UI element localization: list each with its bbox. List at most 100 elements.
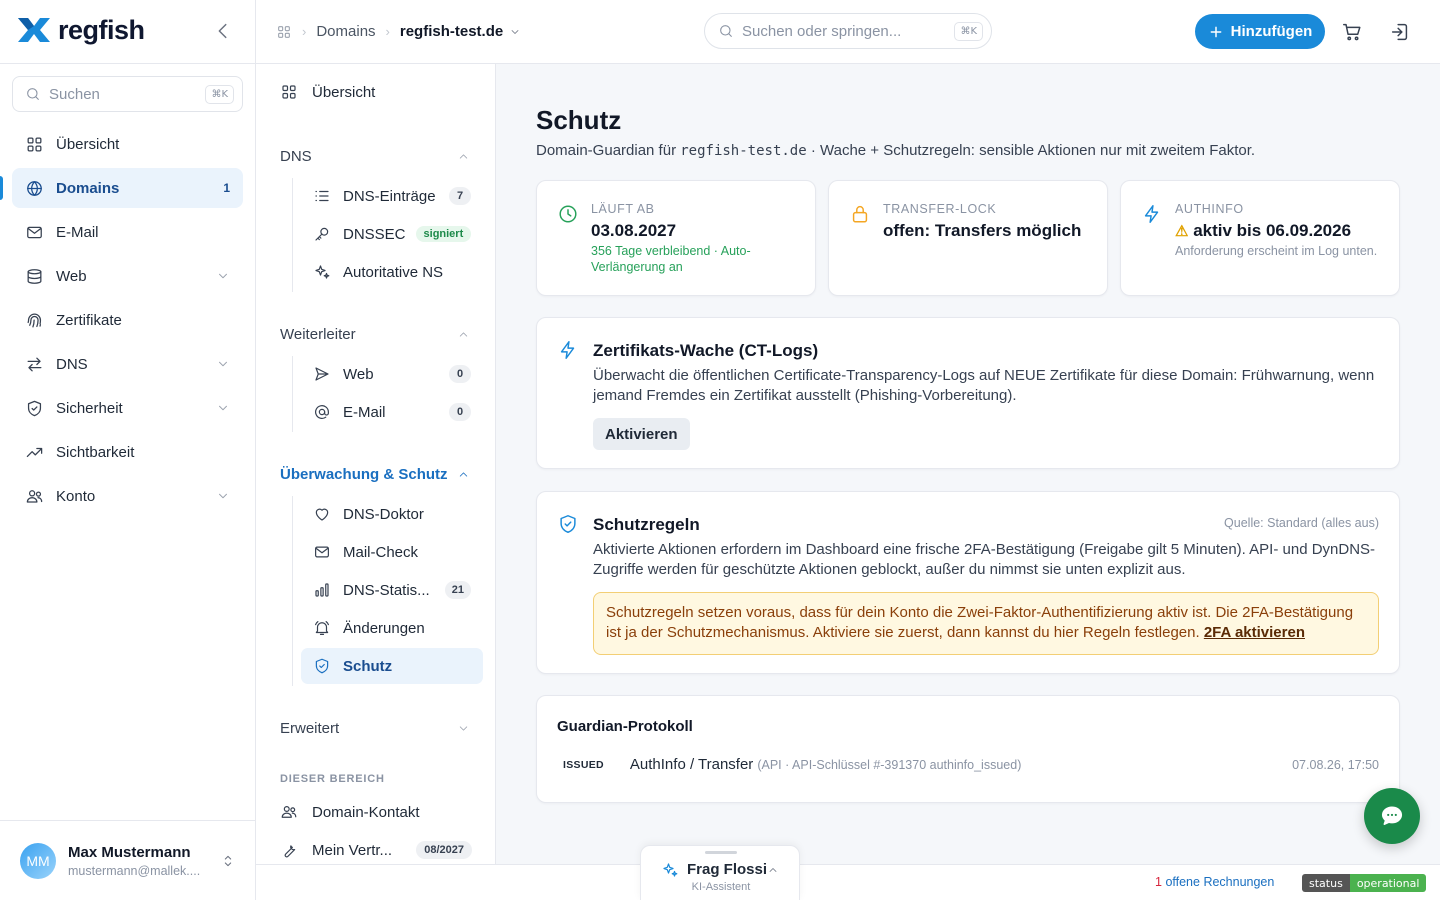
status-key: status [1302, 874, 1350, 892]
collapse-sidebar-icon[interactable] [212, 20, 234, 42]
sidebar-item-visibility[interactable]: Sichtbarkeit [12, 432, 243, 472]
sidebar-search-input[interactable]: Suchen ⌘K [12, 76, 243, 112]
users-icon [280, 803, 298, 821]
chat-button[interactable] [1364, 788, 1420, 844]
subnav-item-my-contract[interactable]: Mein Vertr... 08/2027 [280, 835, 472, 865]
stat-card-authinfo: AUTHINFO ⚠ aktiv bis 06.09.2026 Anforder… [1120, 180, 1400, 296]
subnav-item-mail-check[interactable]: Mail-Check [301, 534, 483, 570]
section-label: Überwachung & Schutz [280, 466, 448, 483]
guardian-log-title: Guardian-Protokoll [557, 718, 693, 735]
subnav-item-domain-contact[interactable]: Domain-Kontakt [280, 797, 472, 827]
status-footer: 1 offene Rechnungen status operational [256, 864, 1440, 900]
regfish-logo-icon [16, 14, 52, 46]
cart-icon[interactable] [1341, 21, 1363, 43]
subnav-item-forward-web[interactable]: Web 0 [301, 356, 483, 392]
subnav-item-forward-email[interactable]: E-Mail 0 [301, 394, 483, 430]
sidebar-item-dns[interactable]: DNS [12, 344, 243, 384]
rules-source-label: Quelle: Standard (alles aus) [1224, 516, 1379, 530]
subnav-item-dns-records[interactable]: DNS-Einträge 7 [301, 178, 483, 214]
global-search-input[interactable]: Suchen oder springen... ⌘K [704, 13, 992, 49]
top-bar: › Domains › regfish-test.de Suchen oder … [256, 0, 1440, 64]
open-invoices-link[interactable]: 1 offene Rechnungen [1155, 875, 1274, 889]
log-action: AuthInfo / Transfer [629, 756, 754, 773]
table-row: ISSUED AuthInfo / Transfer (API · API-Sc… [563, 756, 1379, 773]
tree-line [292, 178, 293, 292]
subnav-item-label: Änderungen [343, 619, 425, 637]
sidebar-item-account[interactable]: Konto [12, 476, 243, 516]
section-dns[interactable]: DNS [280, 148, 470, 165]
activate-ct-watch-button[interactable]: Aktivieren [593, 418, 690, 450]
sidebar-item-label: Zertifikate [56, 311, 122, 329]
subnav-item-dnssec[interactable]: DNSSEC signiert [301, 216, 483, 252]
subtitle-prefix: Domain-Guardian für [536, 142, 677, 159]
drag-handle[interactable] [705, 851, 737, 854]
sparkles-icon [313, 263, 331, 281]
section-forwarders[interactable]: Weiterleiter [280, 326, 470, 343]
section-advanced[interactable]: Erweitert [280, 720, 470, 737]
mail-icon [25, 223, 44, 242]
stat-note: Anforderung erscheint im Log unten. [1175, 244, 1378, 258]
section-label: Erweitert [280, 720, 340, 737]
add-button[interactable]: Hinzufügen [1195, 14, 1325, 49]
log-meta: (API · API-Schlüssel #-391370 authinfo_i… [757, 757, 1022, 772]
subnav-item-dns-doctor[interactable]: DNS-Doktor [301, 496, 483, 532]
subtitle-domain: regfish-test.de [680, 143, 807, 159]
sidebar-item-overview[interactable]: Übersicht [12, 124, 243, 164]
breadcrumb-current-domain[interactable]: regfish-test.de [400, 23, 503, 40]
subnav-item-label: DNS-Statis... [343, 581, 430, 599]
sidebar-item-web[interactable]: Web [12, 256, 243, 296]
plus-icon [1208, 24, 1224, 40]
main-content: Schutz Domain-Guardian für regfish-test.… [496, 64, 1440, 864]
section-monitoring[interactable]: Überwachung & Schutz [280, 466, 470, 483]
subnav-overview[interactable]: Übersicht [280, 83, 375, 101]
invoice-count: 1 [1155, 875, 1162, 889]
sidebar-item-label: Web [56, 267, 87, 285]
tree-line [292, 496, 293, 686]
sidebar-item-label: Domains [56, 179, 120, 197]
count-badge: 21 [444, 581, 471, 599]
subnav-item-label: E-Mail [343, 403, 386, 421]
sidebar-item-domains[interactable]: Domains 1 [12, 168, 243, 208]
user-menu[interactable]: MM Max Mustermann mustermann@mallek.... [0, 820, 256, 900]
assistant-subtitle: KI-Assistent [691, 881, 751, 893]
activate-2fa-link[interactable]: 2FA aktivieren [1204, 624, 1305, 641]
subnav-item-protection[interactable]: Schutz [301, 648, 483, 684]
subnav-item-changes[interactable]: Änderungen [301, 610, 483, 646]
subnav-item-label: DNS-Einträge [343, 187, 436, 205]
sidebar-item-label: Sicherheit [56, 399, 123, 417]
subnav-item-label: Autoritative NS [343, 263, 444, 281]
sidebar-item-security[interactable]: Sicherheit [12, 388, 243, 428]
fingerprint-icon [25, 311, 44, 330]
logout-icon[interactable] [1389, 21, 1411, 43]
sidebar-item-label: DNS [56, 355, 88, 373]
chevron-down-icon [216, 357, 230, 371]
subnav-item-label: Mein Vertr... [312, 841, 393, 859]
search-icon [25, 86, 41, 102]
assistant-title: Frag Flossi [687, 861, 768, 878]
main-sidebar: regfish Suchen ⌘K Übersicht Domains 1 E-… [0, 0, 256, 900]
grid-icon[interactable] [276, 24, 292, 40]
breadcrumb-domains[interactable]: Domains [316, 23, 375, 40]
chevron-down-icon [216, 489, 230, 503]
ai-assistant-panel[interactable]: Frag Flossi KI-Assistent [640, 845, 800, 900]
shield-check-icon [313, 657, 331, 675]
chevron-up-icon[interactable] [767, 864, 779, 876]
breadcrumb-separator: › [385, 24, 390, 39]
subnav-item-authoritative-ns[interactable]: Autoritative NS [301, 254, 483, 290]
brand-logo[interactable]: regfish [16, 14, 145, 46]
trend-icon [25, 443, 44, 462]
search-icon [718, 23, 734, 39]
status-badge[interactable]: status operational [1302, 874, 1427, 892]
zone-heading: DIESER BEREICH [280, 773, 385, 785]
tree-line [292, 356, 293, 432]
section-label: Weiterleiter [280, 326, 356, 343]
subnav-item-dns-statistics[interactable]: DNS-Statis... 21 [301, 572, 483, 608]
subnav-item-label: DNSSEC [343, 225, 406, 243]
chevron-down-icon[interactable] [509, 26, 521, 38]
shortcut-hint: ⌘K [205, 84, 234, 104]
bell-icon [313, 619, 331, 637]
stat-card-expiry: LÄUFT AB 03.08.2027 356 Tage verbleibend… [536, 180, 816, 296]
sidebar-item-email[interactable]: E-Mail [12, 212, 243, 252]
stat-label: AUTHINFO [1175, 202, 1244, 216]
sidebar-item-certificates[interactable]: Zertifikate [12, 300, 243, 340]
